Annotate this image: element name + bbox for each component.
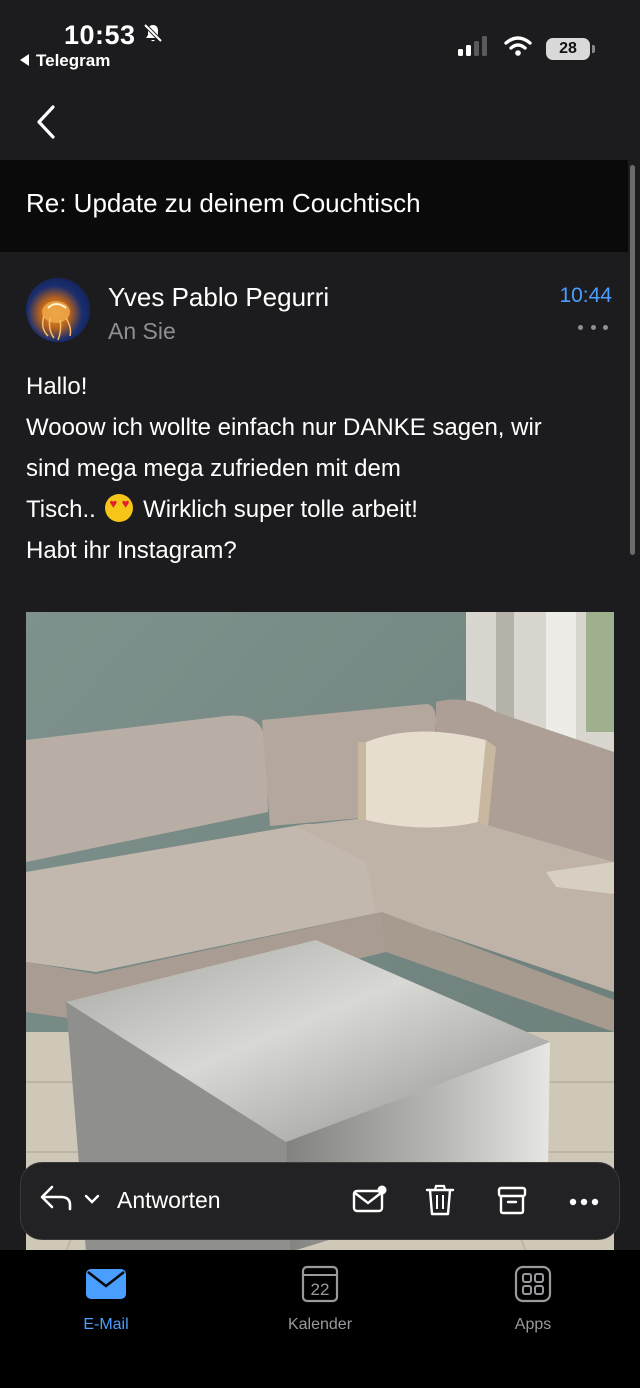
reply-arrow-icon	[39, 1183, 73, 1218]
reply-button[interactable]: Antworten	[39, 1183, 221, 1218]
status-bar: 10:53 Telegram 28	[0, 0, 640, 88]
chevron-down-icon[interactable]	[83, 1192, 101, 1210]
back-to-telegram[interactable]: Telegram	[20, 51, 110, 71]
mark-unread-button[interactable]	[351, 1183, 389, 1221]
delete-button[interactable]	[421, 1183, 459, 1221]
trash-icon	[425, 1183, 455, 1222]
navigation-bar	[0, 88, 640, 160]
calendar-day: 22	[311, 1280, 330, 1299]
heart-eyes-emoji-icon	[105, 494, 134, 522]
tab-label: Apps	[514, 1316, 552, 1333]
back-button[interactable]	[26, 104, 66, 144]
body-line: Habt ihr Instagram?	[26, 537, 237, 564]
body-line-part: Wirklich super tolle arbeit!	[143, 496, 418, 523]
tab-label: E-Mail	[83, 1316, 129, 1333]
clock: 10:53	[64, 20, 136, 50]
time-row: 10:53	[64, 20, 164, 51]
battery-indicator: 28	[546, 37, 595, 60]
reply-label: Antworten	[117, 1187, 221, 1213]
avatar[interactable]	[26, 278, 90, 342]
sent-time: 10:44	[559, 284, 612, 307]
tab-label: Kalender	[287, 1316, 353, 1333]
status-indicators: 28	[458, 36, 595, 61]
body-line: Hallo!	[26, 373, 88, 400]
subject-bar: Re: Update zu deinem Couchtisch	[0, 160, 628, 252]
wifi-icon	[504, 36, 532, 61]
body-line: sind mega mega zufrieden mit dem	[26, 455, 401, 482]
bell-slash-icon	[142, 22, 164, 49]
more-options-icon[interactable]	[578, 318, 608, 336]
sender-header: Yves Pablo Pegurri An Sie 10:44	[0, 252, 628, 352]
archive-icon	[496, 1184, 528, 1221]
more-horizontal-icon	[569, 1193, 599, 1211]
body-line: Tisch.. Wirklich super tolle arbeit!	[26, 489, 616, 530]
back-triangle-icon	[20, 51, 30, 71]
email-action-bar: Antworten	[20, 1162, 620, 1240]
sender-name: Yves Pablo Pegurri	[108, 282, 330, 312]
mail-icon	[84, 1264, 128, 1304]
email-body: Hallo! Wooow ich wollte einfach nur DANK…	[26, 366, 616, 571]
tab-apps[interactable]: Apps	[463, 1264, 603, 1334]
tab-calendar[interactable]: 22 Kalender	[250, 1264, 390, 1334]
mail-unread-icon	[352, 1185, 388, 1220]
more-actions-button[interactable]	[565, 1183, 603, 1221]
body-line: Wooow ich wollte einfach nur DANKE sagen…	[26, 414, 542, 441]
chevron-left-icon	[36, 104, 56, 144]
archive-button[interactable]	[493, 1183, 531, 1221]
apps-icon	[511, 1264, 555, 1304]
attached-photo[interactable]	[26, 612, 614, 1252]
tab-email[interactable]: E-Mail	[36, 1264, 176, 1334]
cellular-signal-icon	[458, 36, 490, 61]
calendar-icon: 22	[298, 1264, 342, 1304]
bottom-tab-bar: E-Mail 22 Kalender Apps	[0, 1250, 640, 1388]
body-line-part: Tisch..	[26, 496, 96, 523]
recipient-label: An Sie	[108, 318, 176, 344]
scrollbar[interactable]	[630, 165, 635, 555]
email-subject: Re: Update zu deinem Couchtisch	[26, 188, 421, 218]
back-app-label: Telegram	[36, 51, 111, 70]
